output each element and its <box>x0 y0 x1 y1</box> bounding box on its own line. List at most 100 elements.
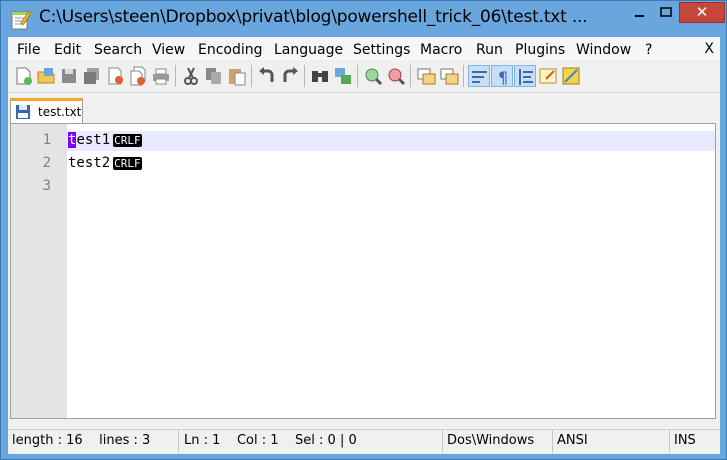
status-ln: Ln : 1 <box>184 433 221 448</box>
status-position: Ln : 1 Col : 1 Sel : 0 | 0 <box>178 430 443 453</box>
pilcrow-icon: ¶ <box>498 68 508 87</box>
close-file-button[interactable] <box>104 65 126 87</box>
sync-horizontal-button[interactable] <box>438 65 460 87</box>
client-area: File Edit Search View Encoding Language … <box>8 37 720 454</box>
minimize-button[interactable] <box>626 2 653 23</box>
menu-settings[interactable]: Settings <box>353 42 410 58</box>
paste-button[interactable] <box>226 65 248 87</box>
zoom-in-icon <box>365 68 383 86</box>
maximize-button[interactable] <box>653 2 679 23</box>
eol-marker: CRLF <box>113 134 142 147</box>
sync-horizontal-icon <box>440 68 459 85</box>
save-all-icon <box>84 68 99 84</box>
open-folder-icon <box>37 68 55 84</box>
code-line[interactable]: test2 CRLF <box>68 155 142 171</box>
status-sel: Sel : 0 | 0 <box>295 433 357 448</box>
binoculars-icon <box>312 71 328 82</box>
line-text: est1 <box>76 132 111 148</box>
menu-run[interactable]: Run <box>476 42 503 58</box>
code-line[interactable]: test1 CRLF <box>68 132 142 148</box>
paste-icon <box>229 69 246 86</box>
status-eol-format[interactable]: Dos\Windows <box>443 430 553 453</box>
open-file-button[interactable] <box>35 65 57 87</box>
new-file-icon <box>16 67 32 85</box>
status-col: Col : 1 <box>236 433 279 448</box>
status-insert-mode[interactable]: INS <box>670 430 720 453</box>
redo-icon <box>283 67 298 82</box>
title-bar[interactable]: C:\Users\steen\Dropbox\privat\blog\power… <box>1 1 726 37</box>
tab-test-txt[interactable]: test.txt <box>10 98 83 124</box>
sync-vertical-icon <box>417 68 436 85</box>
toolbar: ¶ <box>8 60 720 93</box>
doc-map-icon <box>562 67 580 85</box>
save-icon <box>62 69 76 83</box>
indent-guide-icon <box>519 69 533 85</box>
word-wrap-button[interactable] <box>468 65 490 87</box>
close-file-icon <box>108 67 123 85</box>
menu-edit[interactable]: Edit <box>54 42 81 58</box>
maximize-icon <box>660 7 672 17</box>
cut-button[interactable] <box>180 65 202 87</box>
toolbar-separator <box>410 65 411 87</box>
status-length: length : 16 <box>12 433 83 448</box>
show-all-chars-button[interactable]: ¶ <box>491 65 513 87</box>
undo-button[interactable] <box>256 65 278 87</box>
new-file-button[interactable] <box>12 65 34 87</box>
redo-button[interactable] <box>279 65 301 87</box>
window-title: C:\Users\steen\Dropbox\privat\blog\power… <box>39 7 588 27</box>
close-button[interactable]: ✕ <box>679 2 725 23</box>
menu-language[interactable]: Language <box>274 42 343 58</box>
toolbar-separator <box>175 65 176 87</box>
sync-vertical-button[interactable] <box>415 65 437 87</box>
app-window: C:\Users\steen\Dropbox\privat\blog\power… <box>0 0 727 460</box>
toolbar-separator <box>357 65 358 87</box>
menu-file[interactable]: File <box>17 42 40 58</box>
save-button[interactable] <box>58 65 80 87</box>
menu-window[interactable]: Window <box>576 42 631 58</box>
toolbar-separator <box>304 65 305 87</box>
undo-icon <box>259 67 274 82</box>
svg-text:¶: ¶ <box>498 68 508 87</box>
toolbar-separator <box>251 65 252 87</box>
zoom-in-button[interactable] <box>362 65 384 87</box>
current-line-highlight <box>67 131 715 151</box>
status-bar: length : 16 lines : 3 Ln : 1 Col : 1 Sel… <box>8 429 720 454</box>
menu-search[interactable]: Search <box>94 42 142 58</box>
menu-plugins[interactable]: Plugins <box>515 42 565 58</box>
zoom-out-button[interactable] <box>385 65 407 87</box>
line-number: 1 <box>42 132 51 148</box>
line-text: test2 <box>68 155 111 171</box>
status-lines: lines : 3 <box>99 433 151 448</box>
menu-encoding[interactable]: Encoding <box>198 42 263 58</box>
replace-button[interactable] <box>332 65 354 87</box>
close-all-button[interactable] <box>127 65 149 87</box>
find-button[interactable] <box>309 65 331 87</box>
print-button[interactable] <box>150 65 172 87</box>
doc-map-button[interactable] <box>560 65 582 87</box>
menu-view[interactable]: View <box>152 42 185 58</box>
user-define-button[interactable] <box>537 65 559 87</box>
printer-icon <box>153 68 169 85</box>
status-encoding[interactable]: ANSI <box>553 430 670 453</box>
editor[interactable]: 1 2 3 test1 CRLF test2 CRLF <box>10 123 716 419</box>
close-all-icon <box>130 66 146 86</box>
indent-guide-button[interactable] <box>514 65 536 87</box>
user-define-icon <box>539 68 557 84</box>
line-number-gutter: 1 2 3 <box>11 124 67 418</box>
zoom-out-icon <box>388 68 406 86</box>
minimize-icon <box>635 15 644 17</box>
save-all-button[interactable] <box>81 65 103 87</box>
line-number: 2 <box>42 155 51 171</box>
menu-bar: File Edit Search View Encoding Language … <box>8 37 720 60</box>
menu-help[interactable]: ? <box>645 42 652 58</box>
word-wrap-icon <box>472 71 487 83</box>
menu-macro[interactable]: Macro <box>420 42 462 58</box>
tab-bar: test.txt <box>8 93 720 124</box>
menu-close-doc[interactable]: X <box>704 41 714 57</box>
copy-icon <box>206 68 221 84</box>
replace-icon <box>335 68 351 84</box>
copy-button[interactable] <box>203 65 225 87</box>
save-icon <box>16 105 30 119</box>
text-area[interactable]: test1 CRLF test2 CRLF <box>67 124 715 418</box>
status-length-lines: length : 16 lines : 3 <box>8 430 178 453</box>
